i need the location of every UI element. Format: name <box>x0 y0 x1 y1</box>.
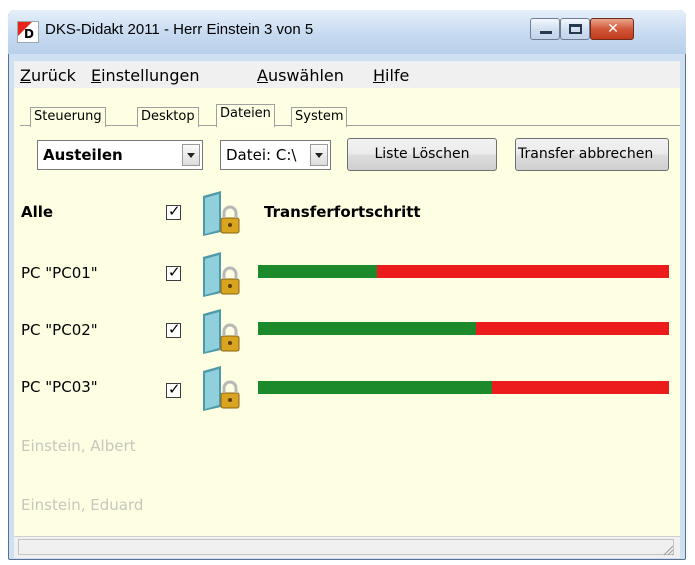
pc03-progress-fill <box>258 381 493 394</box>
pc01-progress-fill <box>258 265 378 278</box>
folder-lock-icon <box>203 191 240 236</box>
status-panel <box>18 539 674 555</box>
close-button[interactable]: ✕ <box>590 18 634 40</box>
window-title: DKS-Didakt 2011 - Herr Einstein 3 von 5 <box>45 21 314 38</box>
all-checkbox[interactable]: ✓ <box>166 202 181 220</box>
progress-title: Transferfortschritt <box>264 203 421 221</box>
close-icon: ✕ <box>607 21 619 37</box>
tab-baseline <box>20 125 680 126</box>
pc02-checkbox[interactable]: ✓ <box>166 320 181 338</box>
tab-system[interactable]: System <box>291 107 348 127</box>
file-dropdown-value: Datei: C:\ <box>226 146 297 164</box>
tab-dateien[interactable]: Dateien <box>216 104 275 127</box>
abort-transfer-button[interactable]: Transfer abbrechen <box>515 138 669 171</box>
maximize-button[interactable] <box>560 18 590 40</box>
minimize-icon <box>540 31 552 34</box>
file-dropdown[interactable]: Datei: C:\ <box>220 140 331 170</box>
folder-lock-icon <box>203 366 240 411</box>
mode-dropdown-value: Austeilen <box>43 146 123 164</box>
chevron-down-icon[interactable] <box>310 144 328 166</box>
pc02-progress-bar <box>258 322 669 335</box>
pc03-label: PC "PC03" <box>21 378 98 396</box>
pc01-progress-bar <box>258 265 669 278</box>
pc02-progress-fill <box>258 322 476 335</box>
minimize-button[interactable] <box>530 18 560 40</box>
folder-lock-icon <box>203 252 240 297</box>
tab-desktop[interactable]: Desktop <box>137 107 199 127</box>
pc03-progress-bar <box>258 381 669 394</box>
user-einstein-eduard: Einstein, Eduard <box>21 496 144 514</box>
pc01-checkbox[interactable]: ✓ <box>166 263 181 281</box>
tab-steuerung[interactable]: Steuerung <box>30 107 106 127</box>
all-label: Alle <box>21 203 54 221</box>
menu-item-hilfe[interactable]: Hilfe <box>373 66 409 85</box>
menu-item-auswaehlen[interactable]: Auswählen <box>257 66 344 85</box>
clear-list-button[interactable]: Liste Löschen <box>347 138 497 171</box>
client-area <box>14 61 680 554</box>
menu-item-einstellungen[interactable]: Einstellungen <box>91 66 199 85</box>
user-einstein-albert: Einstein, Albert <box>21 437 136 455</box>
mode-dropdown[interactable]: Austeilen <box>37 140 203 170</box>
app-icon[interactable]: D <box>17 21 39 43</box>
chevron-down-icon[interactable] <box>182 144 200 166</box>
maximize-icon <box>569 24 582 34</box>
resize-grip-icon[interactable] <box>660 542 674 556</box>
folder-lock-icon <box>203 309 240 354</box>
menu-item-zurueck[interactable]: Zurück <box>20 66 76 85</box>
pc01-label: PC "PC01" <box>21 264 98 282</box>
pc02-label: PC "PC02" <box>21 321 98 339</box>
pc03-checkbox[interactable]: ✓ <box>166 380 181 398</box>
